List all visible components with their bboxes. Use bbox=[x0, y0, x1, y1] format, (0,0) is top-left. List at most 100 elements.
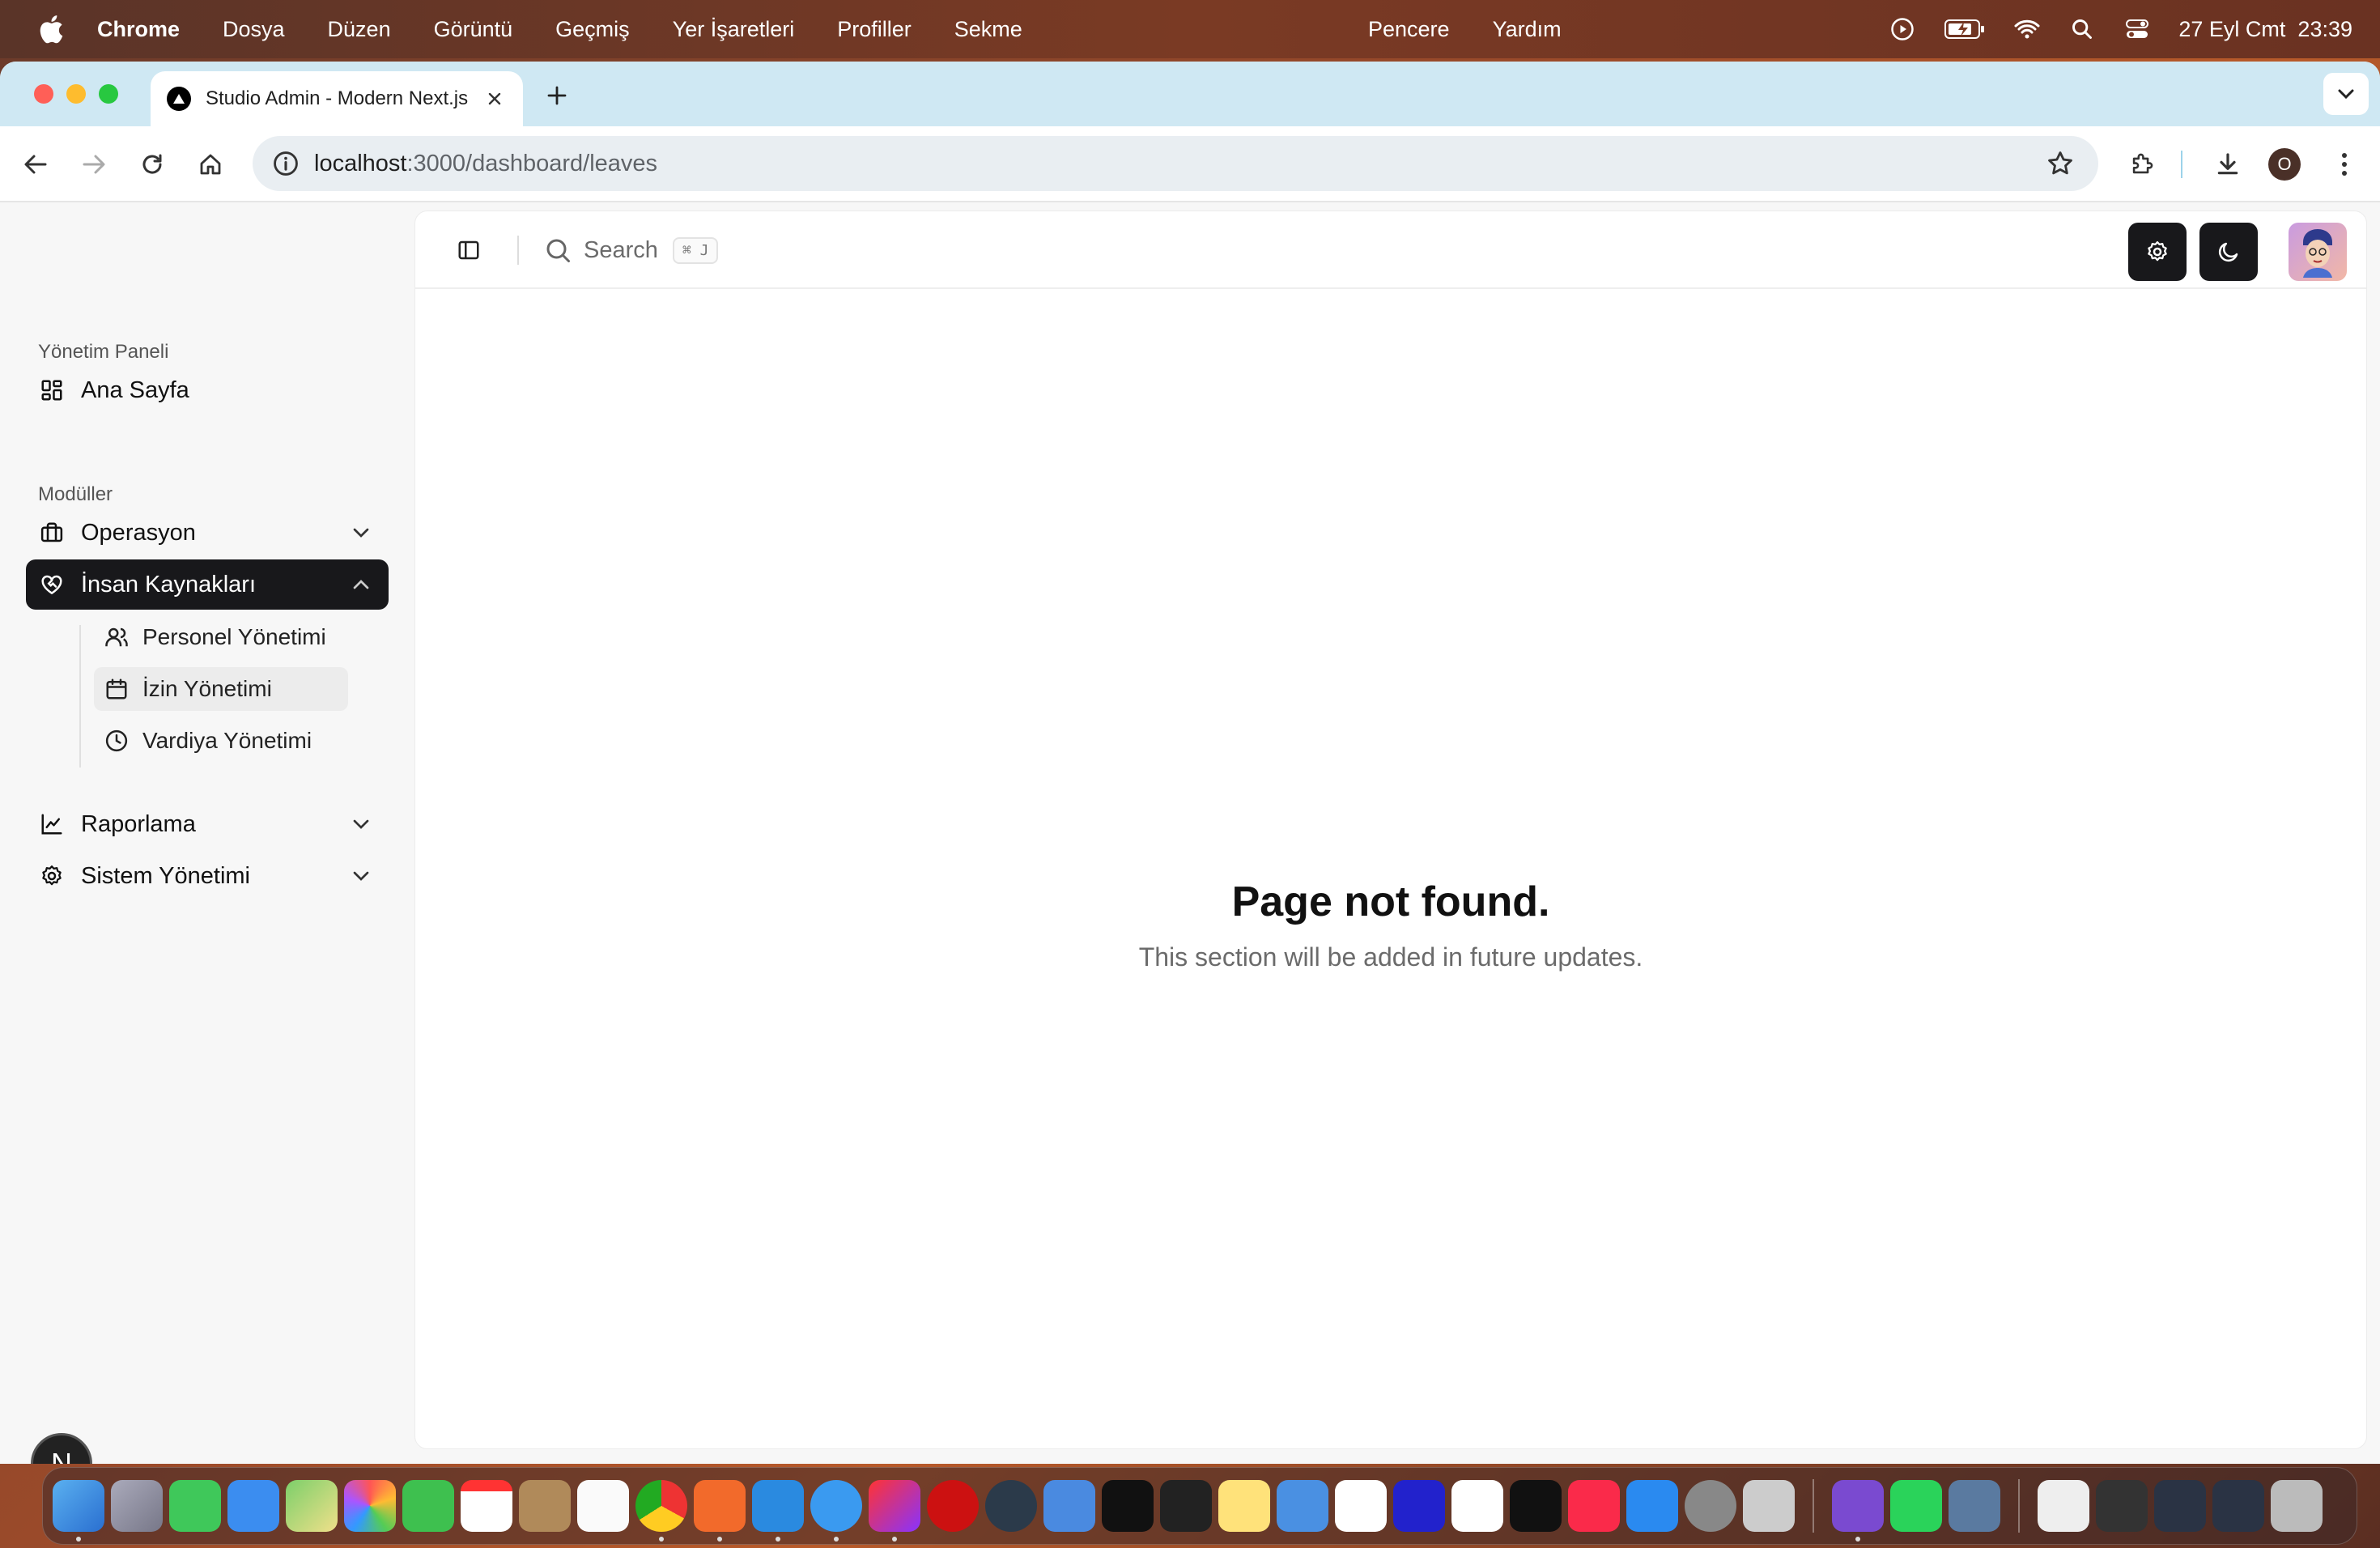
sidebar-item-reporting[interactable]: Raporlama bbox=[26, 799, 389, 849]
sidebar-subitem-shifts[interactable]: Vardiya Yönetimi bbox=[94, 719, 348, 763]
wifi-icon[interactable] bbox=[2013, 15, 2041, 43]
tab-close-icon[interactable] bbox=[482, 87, 507, 111]
menubar-clock[interactable]: 27 Eyl Cmt 23:39 bbox=[2178, 17, 2352, 42]
battery-icon[interactable] bbox=[1944, 15, 1986, 43]
xcode-tools-icon[interactable] bbox=[1043, 1480, 1095, 1532]
menu-app-name[interactable]: Chrome bbox=[97, 17, 180, 42]
extensions-puzzle-icon[interactable] bbox=[2126, 148, 2158, 181]
apple-logo-icon[interactable] bbox=[36, 13, 65, 45]
nextjs-devtools-badge[interactable]: N bbox=[31, 1433, 92, 1464]
sublime-icon[interactable] bbox=[694, 1480, 746, 1542]
theme-toggle-button[interactable] bbox=[2199, 223, 2258, 281]
freeform-icon[interactable] bbox=[1451, 1480, 1503, 1532]
notes-icon[interactable] bbox=[1218, 1480, 1270, 1532]
finder-icon[interactable] bbox=[53, 1480, 104, 1542]
safari-icon[interactable] bbox=[810, 1480, 862, 1542]
calendar-app-icon[interactable] bbox=[461, 1480, 512, 1532]
user-avatar[interactable] bbox=[2289, 223, 2347, 281]
downloads-icon[interactable] bbox=[2212, 148, 2244, 181]
menu-file[interactable]: Dosya bbox=[223, 17, 285, 42]
minimized-window-icon[interactable] bbox=[2096, 1480, 2148, 1532]
system-settings-icon[interactable] bbox=[1685, 1480, 1736, 1532]
vercel-favicon-icon bbox=[167, 87, 191, 111]
chevron-down-icon bbox=[353, 871, 369, 881]
contacts-icon[interactable] bbox=[519, 1480, 571, 1532]
trash-icon[interactable] bbox=[2271, 1480, 2323, 1532]
console-icon[interactable] bbox=[1102, 1480, 1154, 1532]
instruments-icon[interactable] bbox=[1335, 1480, 1387, 1532]
chrome-icon[interactable] bbox=[635, 1480, 687, 1542]
intellij-icon[interactable] bbox=[869, 1480, 920, 1542]
vscode-icon[interactable] bbox=[752, 1480, 804, 1542]
sidebar-item-label: Operasyon bbox=[81, 519, 196, 546]
sidebar-item-home[interactable]: Ana Sayfa bbox=[26, 365, 389, 415]
profile-avatar[interactable]: O bbox=[2268, 148, 2301, 181]
sidebar-group-label-modules: Modüller bbox=[38, 483, 113, 505]
settings-button[interactable] bbox=[2128, 223, 2187, 281]
back-arrow-icon[interactable] bbox=[19, 148, 52, 181]
zoom-window-button[interactable] bbox=[99, 84, 118, 104]
menu-bookmarks[interactable]: Yer İşaretleri bbox=[673, 17, 795, 42]
forward-arrow-icon[interactable] bbox=[78, 148, 110, 181]
maps-icon[interactable] bbox=[286, 1480, 338, 1532]
launchpad-icon[interactable] bbox=[111, 1480, 163, 1532]
sidebar-toggle-icon[interactable] bbox=[453, 234, 485, 266]
document-icon[interactable] bbox=[2038, 1480, 2089, 1532]
address-bar[interactable]: localhost:3000/dashboard/leaves bbox=[253, 136, 2098, 191]
search-shortcut-badge: ⌘ J bbox=[672, 236, 719, 264]
reload-icon[interactable] bbox=[136, 148, 168, 181]
menu-tab[interactable]: Sekme bbox=[954, 17, 1022, 42]
electron-icon[interactable] bbox=[985, 1480, 1037, 1532]
minimized-window-icon[interactable] bbox=[2154, 1480, 2206, 1532]
menu-history[interactable]: Geçmiş bbox=[555, 17, 630, 42]
gear-icon bbox=[39, 863, 65, 889]
facetime-icon[interactable] bbox=[402, 1480, 454, 1532]
sidebar-item-operations[interactable]: Operasyon bbox=[26, 508, 389, 558]
minimize-window-button[interactable] bbox=[66, 84, 86, 104]
menu-edit[interactable]: Düzen bbox=[328, 17, 391, 42]
tab-search-chevron-icon[interactable] bbox=[2323, 73, 2369, 115]
sidebar-subitem-leaves[interactable]: İzin Yönetimi bbox=[94, 667, 348, 711]
github-desktop-icon[interactable] bbox=[1832, 1480, 1884, 1542]
apple-tv-icon[interactable] bbox=[1510, 1480, 1562, 1532]
photos-icon[interactable] bbox=[344, 1480, 396, 1532]
browser-tab-active[interactable]: Studio Admin - Modern Next.js bbox=[151, 71, 523, 126]
terminal-icon[interactable] bbox=[1160, 1480, 1212, 1532]
whatsapp-icon[interactable] bbox=[1890, 1480, 1942, 1532]
sidebar-item-system[interactable]: Sistem Yönetimi bbox=[26, 851, 389, 901]
sidebar-item-label: İnsan Kaynakları bbox=[81, 571, 257, 598]
spotlight-search-icon[interactable] bbox=[2068, 15, 2096, 43]
new-tab-plus-icon[interactable] bbox=[542, 81, 572, 110]
screenshot-app-icon[interactable] bbox=[1949, 1480, 2000, 1532]
close-window-button[interactable] bbox=[34, 84, 53, 104]
web-page: Yönetim Paneli Ana Sayfa Modüller Operas… bbox=[0, 202, 2380, 1464]
music-icon[interactable] bbox=[1568, 1480, 1620, 1532]
minimized-window-icon[interactable] bbox=[2212, 1480, 2264, 1532]
bookmark-star-icon[interactable] bbox=[2046, 150, 2074, 177]
app-store-icon[interactable] bbox=[1626, 1480, 1678, 1532]
xcode-icon[interactable] bbox=[1277, 1480, 1328, 1532]
menu-view[interactable]: Görüntü bbox=[434, 17, 513, 42]
home-icon[interactable] bbox=[194, 148, 227, 181]
mail-icon[interactable] bbox=[227, 1480, 279, 1532]
reminders-icon[interactable] bbox=[577, 1480, 629, 1532]
messages-icon[interactable] bbox=[169, 1480, 221, 1532]
menu-window[interactable]: Pencere bbox=[1368, 17, 1450, 42]
dock-separator bbox=[1813, 1479, 1814, 1533]
content-topbar: Search ⌘ J bbox=[415, 211, 2366, 289]
isp-icon[interactable] bbox=[1393, 1480, 1445, 1532]
chrome-menu-kebab-icon[interactable] bbox=[2328, 148, 2361, 181]
opera-icon[interactable] bbox=[927, 1480, 979, 1532]
sidebar-item-hr[interactable]: İnsan Kaynakları bbox=[26, 559, 389, 610]
menu-help[interactable]: Yardım bbox=[1493, 17, 1562, 42]
macos-dock bbox=[42, 1467, 2357, 1545]
now-playing-icon[interactable] bbox=[1889, 15, 1916, 43]
toolbar-divider bbox=[2181, 151, 2182, 178]
control-center-icon[interactable] bbox=[2123, 15, 2151, 43]
iphone-mirroring-icon[interactable] bbox=[1743, 1480, 1795, 1532]
browser-toolbar: localhost:3000/dashboard/leaves O bbox=[0, 126, 2380, 202]
search-trigger[interactable]: Search ⌘ J bbox=[543, 232, 719, 268]
menu-profiles[interactable]: Profiller bbox=[837, 17, 912, 42]
sidebar-subitem-personnel[interactable]: Personel Yönetimi bbox=[94, 615, 348, 659]
site-info-icon[interactable] bbox=[272, 150, 300, 177]
